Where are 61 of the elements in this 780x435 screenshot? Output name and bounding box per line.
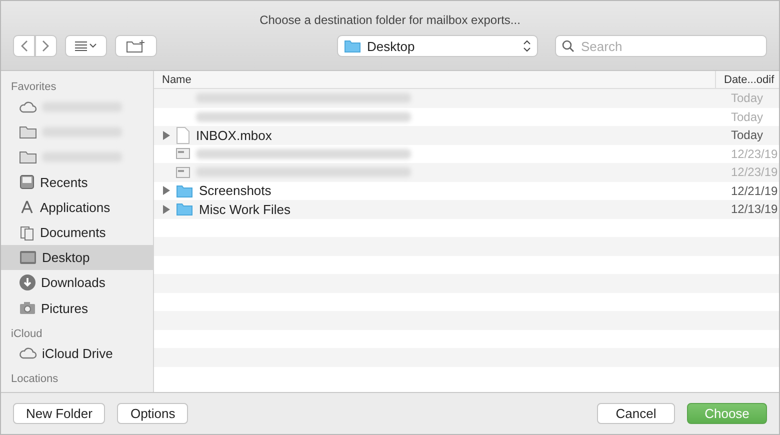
sidebar-item[interactable]: Downloads: [1, 270, 153, 296]
applications-icon: [19, 199, 35, 216]
search-input[interactable]: Search: [579, 38, 749, 54]
sidebar-item[interactable]: iCloud Drive: [1, 340, 153, 366]
file-name: INBOX.mbox: [196, 128, 272, 143]
sidebar-section-title: Locations: [10, 372, 60, 386]
documents-icon: [19, 224, 35, 241]
sidebar-item[interactable]: Desktop: [1, 245, 153, 270]
sidebar-item[interactable]: Recents: [1, 170, 153, 195]
footer-button[interactable]: New Folder: [13, 403, 106, 424]
file-name: Misc Work Files: [199, 202, 290, 217]
document-icon: [176, 126, 190, 144]
column-header[interactable]: Date...odif: [715, 71, 779, 88]
folder-icon: [176, 184, 193, 198]
window-title: Choose a destination folder for mailbox exports...: [258, 13, 522, 27]
download-icon: [19, 274, 36, 292]
date-modified: Today: [730, 110, 764, 124]
date-modified: 12/21/19: [730, 184, 779, 198]
folder-icon: [19, 124, 37, 139]
footer-button[interactable]: Options: [117, 403, 188, 424]
date-modified: Today: [730, 128, 764, 142]
sidebar-section-title: iCloud: [10, 326, 44, 341]
sidebar-item[interactable]: Pictures: [1, 296, 153, 321]
date-modified: 12/13/19: [730, 202, 779, 216]
date-modified: 12/23/19: [730, 165, 779, 180]
column-header[interactable]: Name: [154, 71, 715, 88]
cancel-button[interactable]: Cancel: [597, 403, 675, 424]
disclosure-triangle-icon[interactable]: [162, 186, 170, 196]
cloud-icon: [19, 346, 37, 360]
date-modified: 12/23/19: [730, 146, 779, 161]
chevron-right-icon: [42, 40, 50, 52]
file-name: Screenshots: [199, 183, 272, 198]
new-folder-icon: [126, 39, 146, 53]
sidebar-item[interactable]: Applications: [1, 194, 153, 220]
location-dropdown[interactable]: Desktop: [337, 35, 538, 57]
camera-icon: [19, 301, 36, 316]
desktop-icon: [19, 250, 37, 266]
up-down-chevron-icon: [523, 40, 531, 52]
disclosure-triangle-icon[interactable]: [162, 130, 170, 140]
view-options-button[interactable]: [65, 35, 107, 57]
chevron-left-icon: [20, 40, 28, 52]
folder-icon: [344, 39, 361, 53]
cloud-icon: [19, 100, 37, 114]
list-view-icon: [74, 41, 98, 51]
disclosure-triangle-icon[interactable]: [162, 204, 170, 214]
folder-icon: [176, 202, 193, 216]
file-row[interactable]: Misc Work Files 12/13/19: [154, 200, 779, 218]
date-modified: Today: [730, 91, 764, 106]
window-icon: [176, 148, 190, 160]
file-row[interactable]: Screenshots 12/21/19: [154, 182, 779, 200]
search-icon: [562, 40, 574, 52]
search-field[interactable]: Search: [555, 35, 767, 57]
sidebar-item[interactable]: Documents: [1, 220, 153, 246]
file-row[interactable]: INBOX.mbox Today: [154, 126, 779, 144]
sidebar-section-title: Favorites: [10, 80, 58, 94]
forward-button[interactable]: [35, 35, 57, 57]
back-button[interactable]: [13, 35, 35, 57]
window-icon: [176, 166, 190, 178]
new-folder-button[interactable]: [115, 35, 157, 57]
tray-icon: [19, 174, 35, 190]
folder-icon: [19, 150, 37, 164]
